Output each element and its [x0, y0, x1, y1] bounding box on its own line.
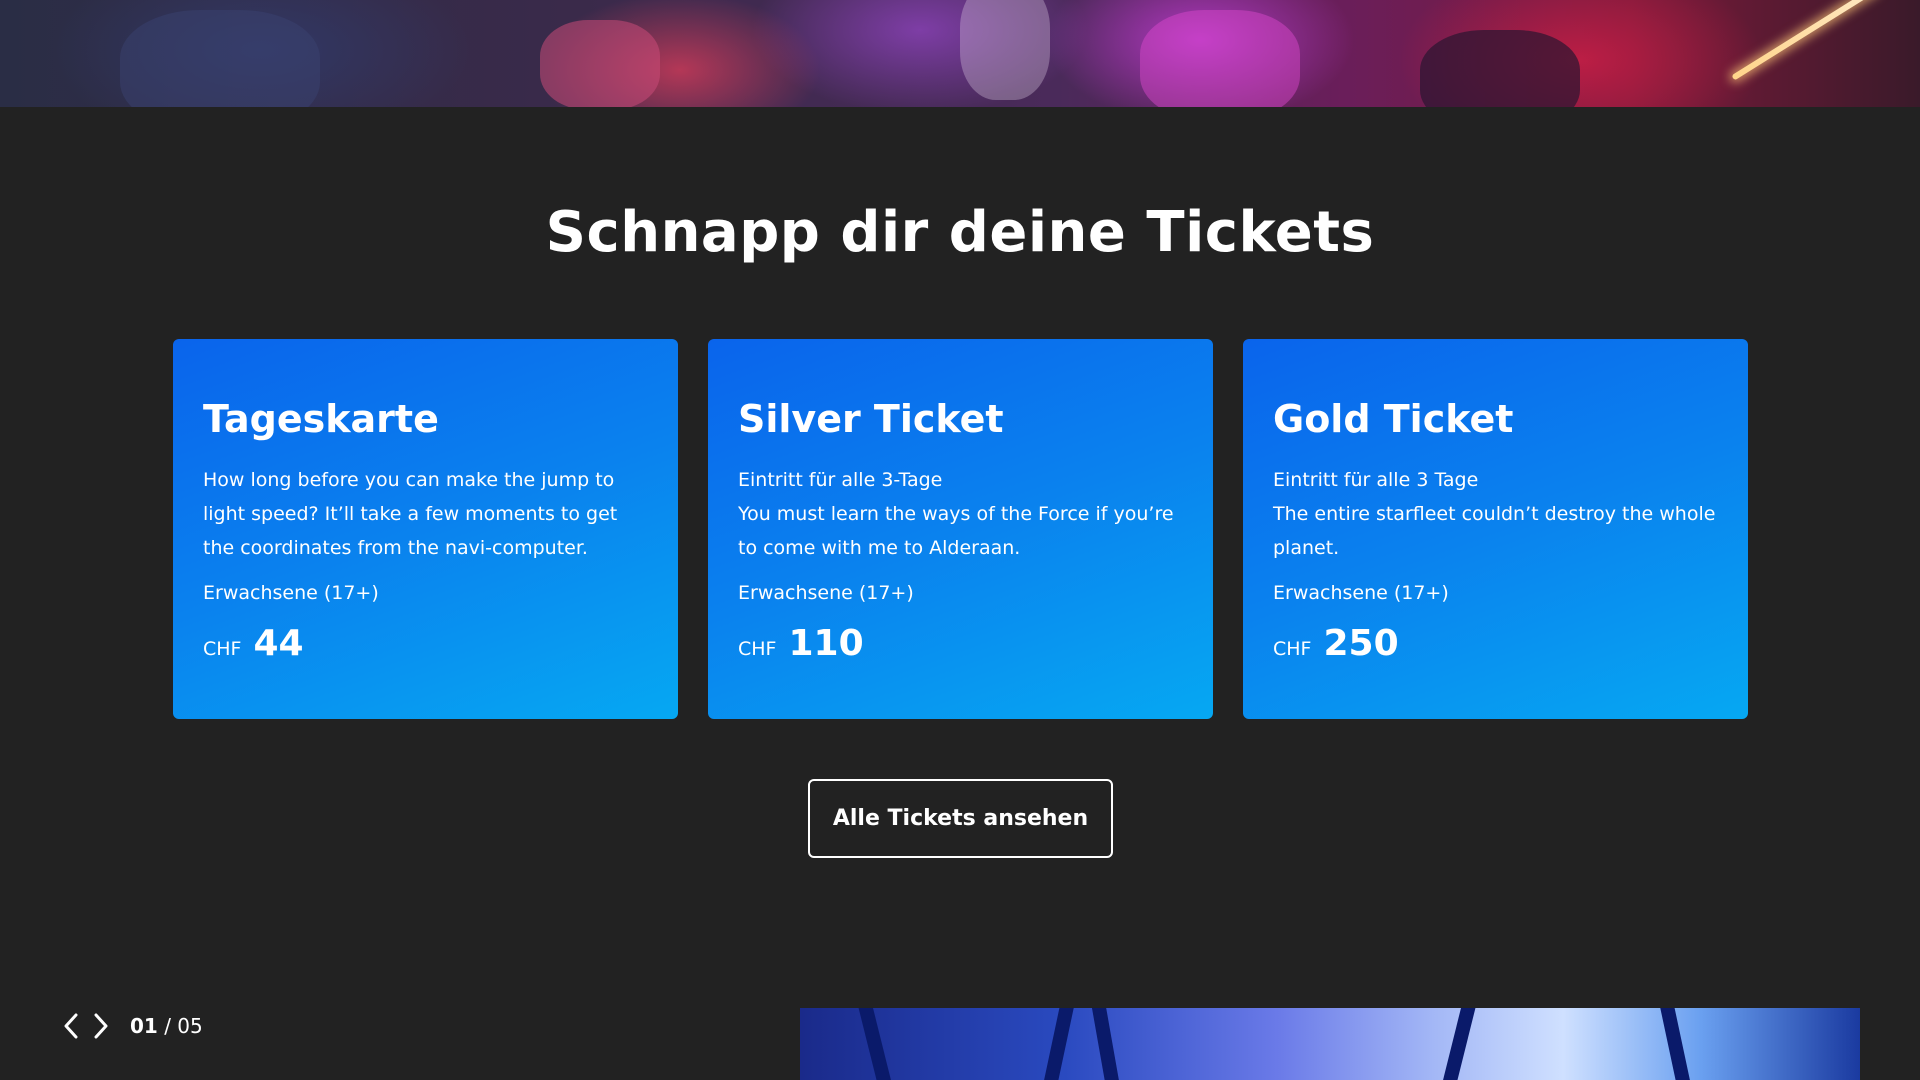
- ticket-price: CHF 44: [203, 623, 648, 664]
- ticket-card-silver[interactable]: Silver Ticket Eintritt für alle 3-Tage Y…: [708, 339, 1213, 719]
- bottom-image: [800, 1008, 1860, 1080]
- ticket-cards: Tageskarte How long before you can make …: [173, 339, 1748, 719]
- price-amount: 44: [253, 622, 304, 664]
- price-currency: CHF: [738, 637, 777, 660]
- ticket-description-line1: Eintritt für alle 3-Tage: [738, 468, 943, 491]
- ticket-description-body: You must learn the ways of the Force if …: [738, 502, 1174, 559]
- ticket-title: Gold Ticket: [1273, 397, 1514, 441]
- price-currency: CHF: [203, 637, 242, 660]
- ticket-title: Silver Ticket: [738, 397, 1004, 441]
- ticket-title: Tageskarte: [203, 397, 439, 441]
- page: Schnapp dir deine Tickets Tageskarte How…: [0, 0, 1920, 1080]
- chevron-left-icon[interactable]: [56, 1010, 86, 1042]
- slide-current: 01: [130, 1014, 158, 1038]
- price-amount: 110: [788, 622, 864, 664]
- lightsaber-glow: [1731, 0, 1879, 81]
- ticket-age: Erwachsene (17+): [203, 581, 379, 604]
- ticket-card-tageskarte[interactable]: Tageskarte How long before you can make …: [173, 339, 678, 719]
- slider-pager: 01 / 05: [56, 1010, 203, 1042]
- all-tickets-button[interactable]: Alle Tickets ansehen: [808, 779, 1113, 858]
- ticket-price: CHF 110: [738, 623, 1183, 664]
- hero-image: [0, 0, 1920, 107]
- ticket-card-gold[interactable]: Gold Ticket Eintritt für alle 3 Tage The…: [1243, 339, 1748, 719]
- slide-counter: 01 / 05: [130, 1014, 203, 1038]
- ticket-description-line1: Eintritt für alle 3 Tage: [1273, 468, 1479, 491]
- slide-total: 05: [177, 1014, 203, 1038]
- section-title: Schnapp dir deine Tickets: [545, 200, 1375, 265]
- slide-separator: /: [157, 1014, 178, 1038]
- ticket-age: Erwachsene (17+): [1273, 581, 1449, 604]
- ticket-description: Eintritt für alle 3 Tage The entire star…: [1273, 463, 1718, 565]
- ticket-age: Erwachsene (17+): [738, 581, 914, 604]
- ticket-description: How long before you can make the jump to…: [203, 468, 618, 559]
- ticket-description-body: The entire starfleet couldn’t destroy th…: [1273, 502, 1716, 559]
- price-amount: 250: [1323, 622, 1399, 664]
- price-currency: CHF: [1273, 637, 1312, 660]
- ticket-description: Eintritt für alle 3-Tage You must learn …: [738, 463, 1183, 565]
- ticket-price: CHF 250: [1273, 623, 1718, 664]
- chevron-right-icon[interactable]: [86, 1010, 116, 1042]
